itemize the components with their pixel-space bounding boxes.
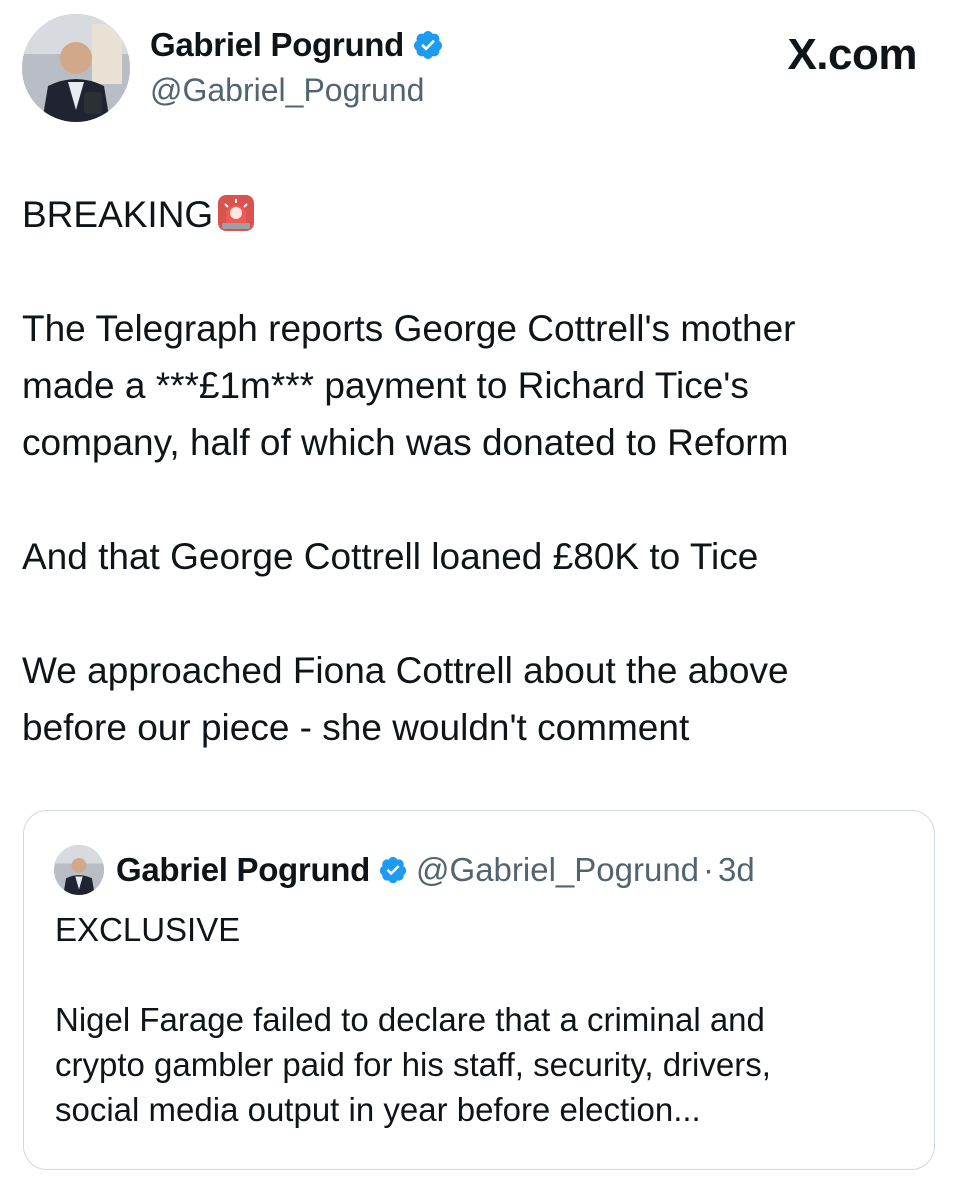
tweet-text: BREAKING The Telegraph reports George Co… [22,186,942,756]
tweet-line-2: made a ***£1m*** payment to Richard Tice… [22,365,749,406]
quoted-author-handle[interactable]: @Gabriel_Pogrund [416,851,699,889]
quoted-separator: · [703,851,715,888]
author-handle[interactable]: @Gabriel_Pogrund [150,72,424,109]
author-avatar[interactable] [22,14,130,122]
tweet-headline-line: BREAKING [22,186,942,243]
quoted-verified-badge-icon [379,856,407,884]
quoted-line-2: crypto gambler paid for his staff, secur… [55,1046,771,1083]
tweet-line-3: company, half of which was donated to Re… [22,422,789,463]
verified-badge-icon [414,31,443,59]
quoted-headline: EXCLUSIVE [55,911,241,948]
quoted-line-1: Nigel Farage failed to declare that a cr… [55,1001,765,1038]
author-name[interactable]: Gabriel Pogrund [150,26,404,64]
quoted-author-avatar[interactable] [54,845,104,895]
tweet-line-6: before our piece - she wouldn't comment [22,707,690,748]
avatar-photo [22,14,130,122]
tweet-line-1: The Telegraph reports George Cottrell's … [22,308,796,349]
quoted-tweet-card[interactable]: Gabriel Pogrund @Gabriel_Pogrund · 3d EX… [23,810,935,1170]
brand-logo: X.com [787,30,917,79]
tweet-headline: BREAKING [22,194,214,235]
quoted-author-name[interactable]: Gabriel Pogrund [116,851,370,889]
tweet-line-4: And that George Cottrell loaned £80K to … [22,536,759,577]
quoted-timestamp[interactable]: 3d [718,851,755,889]
author-name-row: Gabriel Pogrund [150,26,444,64]
quoted-avatar-photo [54,845,104,895]
police-siren-icon [218,195,255,231]
quoted-line-3: social media output in year before elect… [55,1091,701,1128]
quoted-tweet-header: Gabriel Pogrund @Gabriel_Pogrund · 3d [54,845,755,895]
tweet-line-5: We approached Fiona Cottrell about the a… [22,650,789,691]
quoted-tweet-text: EXCLUSIVE Nigel Farage failed to declare… [55,907,915,1132]
